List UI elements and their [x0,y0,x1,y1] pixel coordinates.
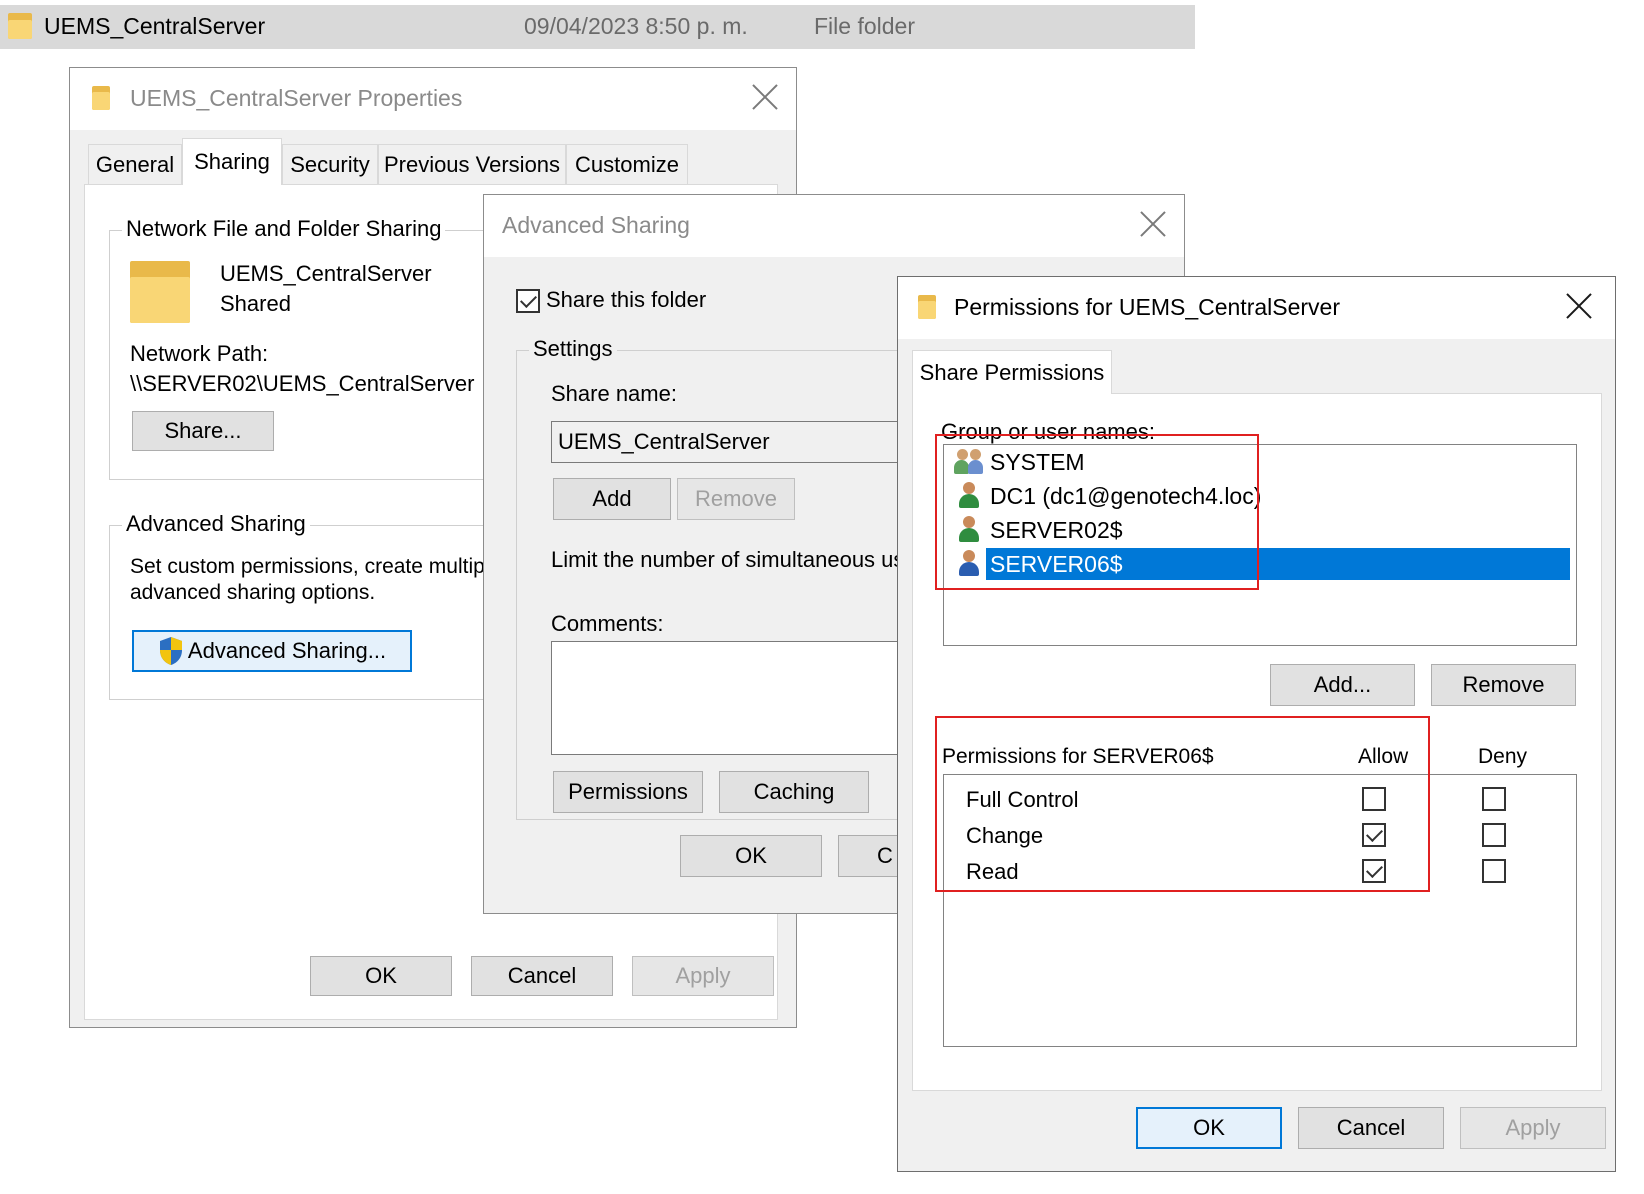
properties-title: UEMS_CentralServer Properties [130,85,463,111]
limit-users-label: Limit the number of simultaneous use [551,547,917,572]
properties-ok-button[interactable]: OK [310,956,452,996]
folder-icon [8,13,32,39]
network-sharing-label: Network File and Folder Sharing [122,216,446,242]
tab-customize[interactable]: Customize [566,144,688,184]
close-icon[interactable] [1564,291,1594,321]
share-name-remove-button[interactable]: Remove [677,478,795,520]
share-name-label: Share name: [551,381,677,406]
change-allow-checkbox[interactable] [1362,823,1386,847]
share-name-add-button[interactable]: Add [553,478,671,520]
user-name: SERVER02$ [990,517,1123,543]
advanced-sharing-ok-button[interactable]: OK [680,835,822,877]
caching-button[interactable]: Caching [719,771,869,813]
close-icon[interactable] [750,82,780,112]
permission-name: Full Control [966,787,1079,812]
file-date: 09/04/2023 8:50 p. m. [524,13,748,39]
user-name: SYSTEM [990,449,1085,475]
user-list[interactable]: SYSTEM DC1 (dc1@genotech4.loc) SERVER02$… [943,444,1577,646]
share-button[interactable]: Share... [132,411,274,451]
properties-apply-button[interactable]: Apply [632,956,774,996]
permissions-title: Permissions for UEMS_CentralServer [954,294,1341,320]
tab-share-permissions[interactable]: Share Permissions [912,350,1112,394]
permissions-ok-button[interactable]: OK [1136,1107,1282,1149]
share-permissions-panel: Group or user names: SYSTEM DC1 (dc1@gen… [912,393,1602,1091]
user-icon [956,550,982,578]
permission-name: Change [966,823,1044,848]
user-icon [956,482,982,510]
comments-label: Comments: [551,611,664,636]
full-control-allow-checkbox[interactable] [1362,787,1386,811]
shared-folder-icon [130,261,190,323]
explorer-file-row[interactable]: UEMS_CentralServer 09/04/2023 8:50 p. m.… [0,5,1195,49]
permissions-remove-button[interactable]: Remove [1431,664,1576,706]
properties-cancel-button[interactable]: Cancel [471,956,613,996]
shared-folder-name: UEMS_CentralServer [220,261,432,286]
advanced-sharing-label: Advanced Sharing [122,511,310,537]
permissions-button[interactable]: Permissions [553,771,703,813]
read-allow-checkbox[interactable] [1362,859,1386,883]
advanced-sharing-button[interactable]: Advanced Sharing... [132,630,412,672]
tab-security[interactable]: Security [282,144,378,184]
read-deny-checkbox[interactable] [1482,859,1506,883]
allow-header: Allow [1358,745,1409,768]
settings-label: Settings [529,336,617,362]
user-icon [956,516,982,544]
advanced-sharing-description-2: advanced sharing options. [130,581,376,604]
permissions-add-button[interactable]: Add... [1270,664,1415,706]
permissions-cancel-button[interactable]: Cancel [1298,1107,1444,1149]
permissions-list: Full Control Change Read [943,774,1577,1047]
network-path-label: Network Path: [130,341,269,366]
permissions-titlebar[interactable]: Permissions for UEMS_CentralServer [898,277,1615,339]
user-name: DC1 (dc1@genotech4.loc) [990,483,1262,509]
close-icon[interactable] [1138,209,1168,239]
share-this-folder-label: Share this folder [546,287,707,312]
properties-titlebar[interactable]: UEMS_CentralServer Properties [70,68,796,130]
folder-icon [918,295,936,319]
change-deny-checkbox[interactable] [1482,823,1506,847]
list-item[interactable]: DC1 (dc1@genotech4.loc) [944,479,1574,513]
permissions-apply-button[interactable]: Apply [1460,1107,1606,1149]
file-type: File folder [814,13,915,39]
network-path: \\SERVER02\UEMS_CentralServer [130,371,475,396]
file-name: UEMS_CentralServer [44,13,266,39]
permissions-dialog: Permissions for UEMS_CentralServer Share… [897,276,1616,1172]
tab-sharing[interactable]: Sharing [182,138,282,185]
share-status: Shared [220,291,291,316]
advanced-sharing-titlebar[interactable]: Advanced Sharing [484,195,1184,257]
tab-general[interactable]: General [88,144,182,184]
group-icon [954,449,986,477]
deny-header: Deny [1478,745,1528,768]
list-item[interactable]: SERVER02$ [944,513,1574,547]
permission-name: Read [966,859,1019,884]
tab-previous-versions[interactable]: Previous Versions [378,144,566,184]
advanced-sharing-title: Advanced Sharing [502,212,690,238]
list-item[interactable]: SYSTEM [944,445,1574,479]
permissions-for-label: Permissions for SERVER06$ [942,745,1214,768]
advanced-sharing-description-1: Set custom permissions, create multipl [130,555,490,578]
uac-shield-icon [159,637,182,665]
user-name: SERVER06$ [990,551,1123,577]
full-control-deny-checkbox[interactable] [1482,787,1506,811]
folder-icon [92,86,110,110]
group-or-user-names-label: Group or user names: [941,419,1155,444]
list-item-selected[interactable]: SERVER06$ [944,547,1574,581]
share-this-folder-checkbox[interactable] [516,289,540,313]
